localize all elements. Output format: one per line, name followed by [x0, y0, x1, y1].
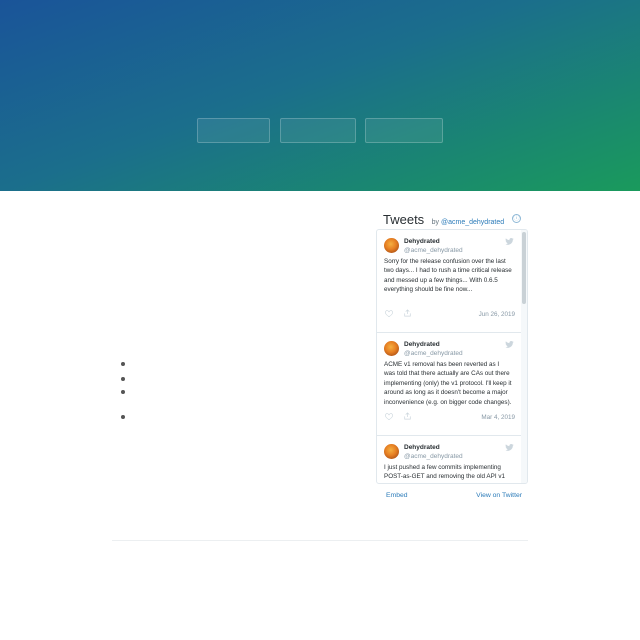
like-icon[interactable]: [385, 413, 393, 420]
list-item: [121, 415, 125, 419]
info-icon[interactable]: ⓘ: [512, 214, 521, 223]
timeline-header: Tweets by @acme_dehydrated: [383, 211, 523, 229]
list-item: [121, 362, 125, 366]
timeline-scrollbar[interactable]: [521, 230, 527, 483]
hero-banner: [0, 0, 640, 191]
avatar[interactable]: [384, 341, 399, 356]
twitter-bird-icon[interactable]: [505, 238, 514, 245]
twitter-bird-icon[interactable]: [505, 444, 514, 451]
tweet-text: ACME v1 removal has been reverted as I w…: [384, 361, 512, 406]
twitter-bird-icon[interactable]: [505, 341, 514, 348]
list-item: [121, 377, 125, 381]
like-icon[interactable]: [385, 310, 393, 317]
tweet-author[interactable]: Dehydrated: [404, 341, 440, 348]
hero-button-3[interactable]: [365, 118, 443, 143]
tweet-date[interactable]: Jun 26, 2019: [479, 311, 515, 318]
tweet-author[interactable]: Dehydrated: [404, 444, 440, 451]
share-icon[interactable]: [404, 412, 411, 420]
timeline-by-label: by @acme_dehydrated: [432, 219, 505, 226]
footer-divider: [112, 540, 528, 541]
scrollbar-thumb[interactable]: [522, 232, 526, 304]
list-item: [121, 390, 125, 394]
tweet-handle[interactable]: @acme_dehydrated: [404, 453, 463, 460]
view-on-twitter-link[interactable]: View on Twitter: [476, 492, 522, 499]
timeline-handle-link[interactable]: @acme_dehydrated: [441, 219, 504, 226]
tweet-text: I just pushed a few commits implementing…: [384, 464, 505, 483]
embed-link[interactable]: Embed: [386, 492, 408, 499]
tweet-card[interactable]: Dehydrated @acme_dehydrated Sorry for th…: [377, 230, 523, 333]
share-icon[interactable]: [404, 309, 411, 317]
tweet-author[interactable]: Dehydrated: [404, 238, 440, 245]
avatar[interactable]: [384, 444, 399, 459]
tweet-card[interactable]: Dehydrated @acme_dehydrated ACME v1 remo…: [377, 333, 523, 436]
tweet-card[interactable]: Dehydrated @acme_dehydrated I just pushe…: [377, 436, 523, 483]
tweet-handle[interactable]: @acme_dehydrated: [404, 247, 463, 254]
avatar[interactable]: [384, 238, 399, 253]
hero-button-1[interactable]: [197, 118, 270, 143]
timeline-title: Tweets: [383, 212, 425, 227]
hero-button-2[interactable]: [280, 118, 356, 143]
tweet-timeline[interactable]: Dehydrated @acme_dehydrated Sorry for th…: [376, 229, 528, 484]
tweet-handle[interactable]: @acme_dehydrated: [404, 350, 463, 357]
tweet-text: Sorry for the release confusion over the…: [384, 258, 512, 294]
timeline-by-prefix: by: [431, 219, 440, 226]
tweet-date[interactable]: Mar 4, 2019: [481, 414, 515, 421]
